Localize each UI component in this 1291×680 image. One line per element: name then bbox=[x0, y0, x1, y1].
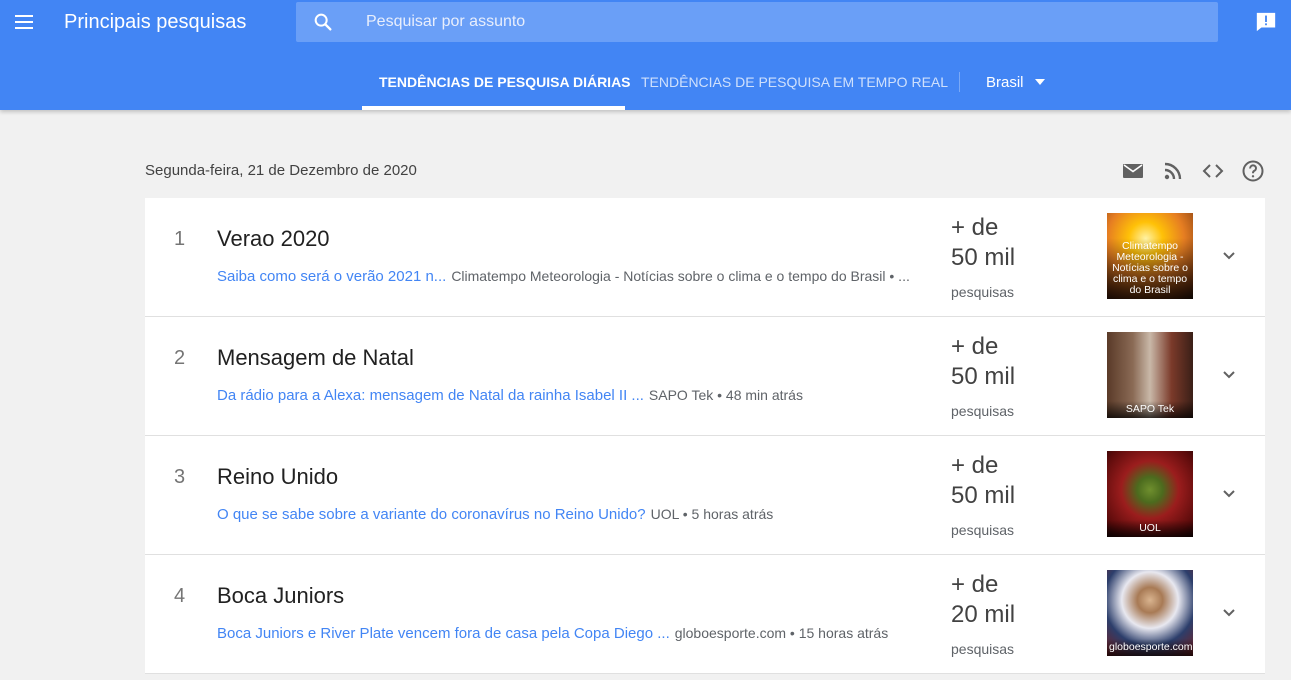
search-count-label: pesquisas bbox=[951, 522, 1015, 538]
chevron-down-icon[interactable] bbox=[1217, 362, 1241, 386]
search-icon[interactable] bbox=[312, 11, 334, 33]
search-count-prefix: + de bbox=[951, 571, 999, 598]
thumbnail-caption: UOL bbox=[1107, 520, 1193, 537]
search-count-prefix: + de bbox=[951, 333, 999, 360]
search-count: + de 50 mil bbox=[951, 332, 1015, 392]
caret-down-icon[interactable] bbox=[1035, 79, 1045, 85]
tab-realtime-trends[interactable]: TENDÊNCIAS DE PESQUISA EM TEMPO REAL bbox=[641, 74, 948, 90]
trend-article: Boca Juniors e River Plate vencem fora d… bbox=[217, 625, 888, 642]
news-thumbnail[interactable]: UOL bbox=[1107, 451, 1193, 537]
trend-term[interactable]: Boca Juniors bbox=[217, 583, 344, 609]
article-link[interactable]: Saiba como será o verão 2021 n... bbox=[217, 268, 446, 285]
chevron-down-icon[interactable] bbox=[1217, 600, 1241, 624]
article-link[interactable]: O que se sabe sobre a variante do corona… bbox=[217, 506, 646, 523]
tab-divider bbox=[959, 72, 960, 92]
trend-rank: 4 bbox=[174, 585, 186, 607]
chevron-down-icon[interactable] bbox=[1217, 243, 1241, 267]
trend-term[interactable]: Reino Unido bbox=[217, 464, 338, 490]
thumbnail-caption: globoesporte.com bbox=[1107, 639, 1193, 656]
search-count-value: 50 mil bbox=[951, 482, 1016, 509]
trend-card: 1 Verao 2020 Saiba como será o verão 202… bbox=[145, 198, 1265, 317]
search-input[interactable] bbox=[366, 2, 1206, 42]
date-label: Segunda-feira, 21 de Dezembro de 2020 bbox=[145, 162, 417, 179]
trend-card: 3 Reino Unido O que se sabe sobre a vari… bbox=[145, 436, 1265, 555]
country-select[interactable]: Brasil bbox=[986, 74, 1024, 91]
search-count-value: 20 mil bbox=[951, 601, 1016, 628]
news-thumbnail[interactable]: globoesporte.com bbox=[1107, 570, 1193, 656]
trend-article: O que se sabe sobre a variante do corona… bbox=[217, 506, 773, 523]
search-count-prefix: + de bbox=[951, 214, 999, 241]
article-link[interactable]: Boca Juniors e River Plate vencem fora d… bbox=[217, 625, 670, 642]
search-count-label: pesquisas bbox=[951, 641, 1015, 657]
rss-icon[interactable] bbox=[1161, 159, 1185, 183]
feedback-icon[interactable] bbox=[1255, 11, 1277, 33]
trend-rank: 2 bbox=[174, 347, 186, 369]
search-count-value: 50 mil bbox=[951, 363, 1016, 390]
search-count-value: 50 mil bbox=[951, 244, 1016, 271]
help-icon[interactable] bbox=[1241, 159, 1265, 183]
search-count: + de 20 mil bbox=[951, 570, 1015, 630]
trend-term[interactable]: Mensagem de Natal bbox=[217, 345, 414, 371]
article-source: SAPO Tek • 48 min atrás bbox=[648, 387, 803, 403]
trend-article: Saiba como será o verão 2021 n... Climate… bbox=[217, 268, 910, 285]
trend-term[interactable]: Verao 2020 bbox=[217, 226, 330, 252]
mail-icon[interactable] bbox=[1121, 159, 1145, 183]
search-count-prefix: + de bbox=[951, 452, 999, 479]
trend-article: Da rádio para a Alexa: mensagem de Natal… bbox=[217, 387, 803, 404]
top-app-bar: Principais pesquisas TENDÊNCIAS DE PESQU… bbox=[0, 0, 1291, 110]
search-count: + de 50 mil bbox=[951, 213, 1015, 273]
trend-rank: 1 bbox=[174, 228, 186, 250]
search-count: + de 50 mil bbox=[951, 451, 1015, 511]
thumbnail-caption: Climatempo Meteorologia - Notícias sobre… bbox=[1107, 238, 1193, 299]
tab-daily-trends[interactable]: TENDÊNCIAS DE PESQUISA DIÁRIAS bbox=[379, 74, 631, 90]
news-thumbnail[interactable]: Climatempo Meteorologia - Notícias sobre… bbox=[1107, 213, 1193, 299]
article-source: UOL • 5 horas atrás bbox=[650, 506, 774, 522]
embed-code-icon[interactable] bbox=[1201, 159, 1225, 183]
search-count-label: pesquisas bbox=[951, 284, 1015, 300]
app-title: Principais pesquisas bbox=[64, 11, 247, 33]
article-source: Climatempo Meteorologia - Notícias sobre… bbox=[451, 268, 910, 284]
active-tab-indicator bbox=[362, 106, 625, 110]
article-source: globoesporte.com • 15 horas atrás bbox=[674, 625, 889, 641]
trend-card: 2 Mensagem de Natal Da rádio para a Alex… bbox=[145, 317, 1265, 436]
trend-rank: 3 bbox=[174, 466, 186, 488]
news-thumbnail[interactable]: SAPO Tek bbox=[1107, 332, 1193, 418]
article-link[interactable]: Da rádio para a Alexa: mensagem de Natal… bbox=[217, 387, 644, 404]
chevron-down-icon[interactable] bbox=[1217, 481, 1241, 505]
menu-icon[interactable] bbox=[12, 10, 36, 34]
search-bar bbox=[296, 2, 1218, 42]
search-count-label: pesquisas bbox=[951, 403, 1015, 419]
thumbnail-caption: SAPO Tek bbox=[1107, 401, 1193, 418]
trend-card: 4 Boca Juniors Boca Juniors e River Plat… bbox=[145, 555, 1265, 674]
